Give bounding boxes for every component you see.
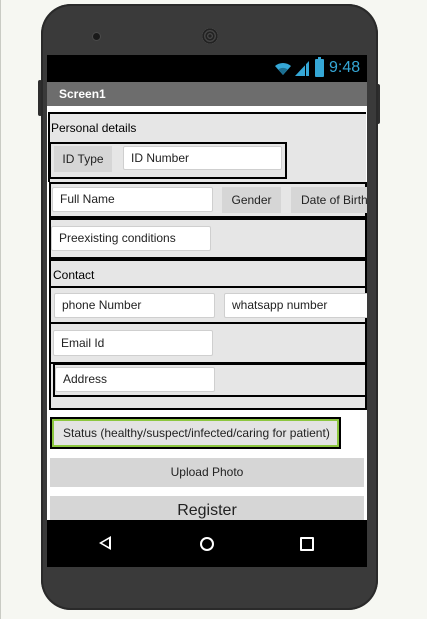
whatsapp-number-field[interactable]: whatsapp number xyxy=(224,293,367,318)
full-name-field[interactable]: Full Name xyxy=(52,187,213,212)
screen-title: Screen1 xyxy=(47,82,367,106)
date-of-birth-button[interactable]: Date of Birth xyxy=(291,187,367,213)
earpiece-speaker-icon xyxy=(202,28,218,44)
status-bar: 9:48 xyxy=(47,55,367,82)
status-button-frame: Status (healthy/suspect/infected/caring … xyxy=(50,417,341,449)
gender-button[interactable]: Gender xyxy=(222,187,281,213)
id-type-button[interactable]: ID Type xyxy=(54,146,112,172)
app-screen: Screen1 Personal details ID Type ID Numb… xyxy=(47,82,367,520)
navigation-bar xyxy=(47,520,367,567)
signal-icon xyxy=(295,61,309,76)
upload-photo-button[interactable]: Upload Photo xyxy=(50,458,364,487)
id-number-field[interactable]: ID Number xyxy=(123,146,282,170)
wifi-icon xyxy=(275,62,291,75)
clock-time: 9:48 xyxy=(329,59,361,76)
phone-number-field[interactable]: phone Number xyxy=(54,293,215,318)
address-field[interactable]: Address xyxy=(55,367,215,392)
register-button[interactable]: Register xyxy=(50,496,364,520)
preexisting-conditions-field[interactable]: Preexisting conditions xyxy=(51,226,211,251)
contact-label: Contact xyxy=(53,268,95,282)
email-id-field[interactable]: Email Id xyxy=(53,330,213,356)
home-icon[interactable] xyxy=(200,537,214,551)
back-icon-inner xyxy=(102,539,109,547)
status-button[interactable]: Status (healthy/suspect/infected/caring … xyxy=(52,419,339,447)
battery-icon xyxy=(315,57,324,77)
personal-details-label: Personal details xyxy=(51,121,137,135)
front-camera-icon xyxy=(93,33,100,40)
recent-apps-icon[interactable] xyxy=(300,537,314,551)
